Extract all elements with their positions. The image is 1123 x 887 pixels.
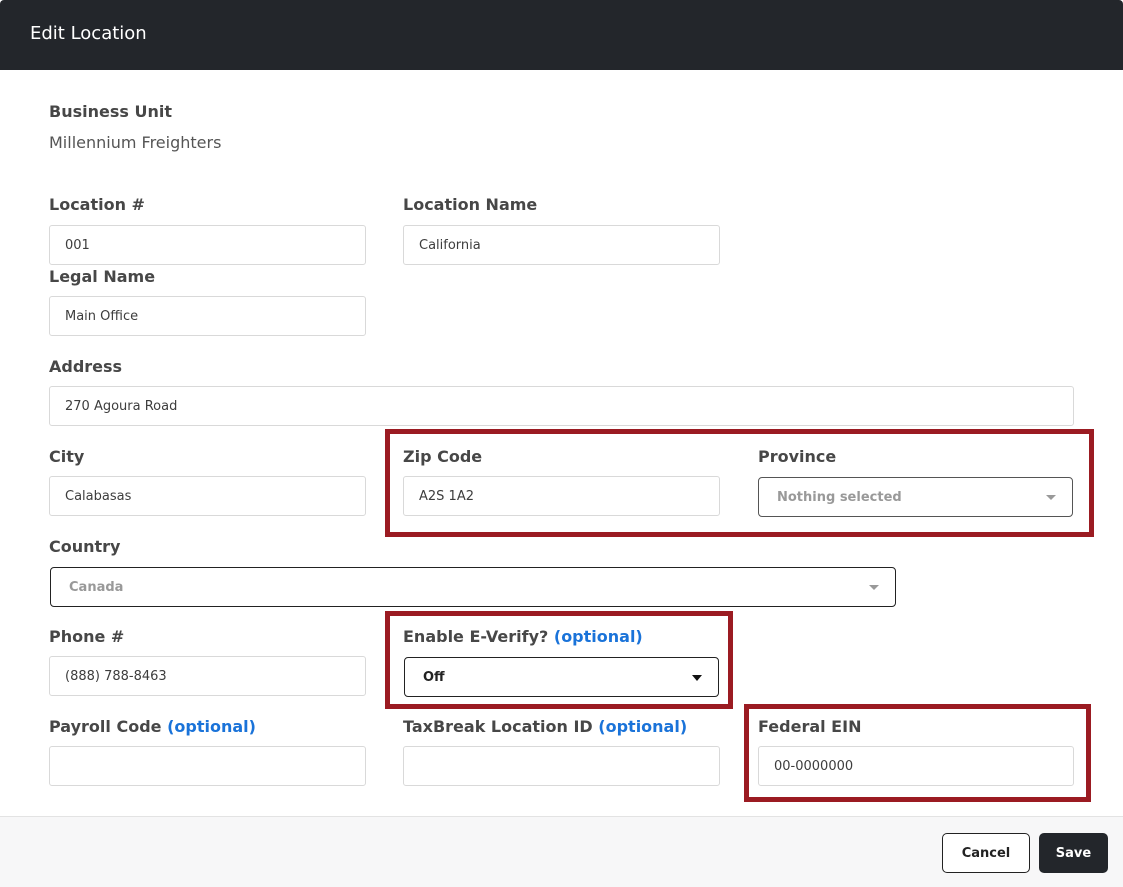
taxbreak-location-id-label: TaxBreak Location ID (optional)	[403, 717, 687, 736]
e-verify-label-text: Enable E-Verify?	[403, 627, 549, 646]
payroll-code-label: Payroll Code (optional)	[49, 717, 256, 736]
location-name-label: Location Name	[403, 195, 538, 214]
chevron-down-icon	[869, 585, 879, 590]
e-verify-select[interactable]: Off	[404, 657, 719, 697]
e-verify-label: Enable E-Verify? (optional)	[403, 627, 643, 646]
legal-name-input[interactable]	[49, 296, 366, 336]
legal-name-label: Legal Name	[49, 267, 156, 286]
address-label: Address	[49, 357, 123, 376]
zip-code-label: Zip Code	[403, 447, 483, 466]
city-label: City	[49, 447, 85, 466]
taxbreak-location-id-optional-tag: (optional)	[598, 717, 688, 736]
payroll-code-input[interactable]	[49, 746, 366, 786]
business-unit-value: Millennium Freighters	[49, 133, 222, 152]
taxbreak-location-id-input[interactable]	[403, 746, 720, 786]
zip-code-input[interactable]	[403, 476, 720, 516]
business-unit-label: Business Unit	[49, 102, 172, 121]
modal-footer: Cancel Save	[0, 816, 1123, 887]
modal-title: Edit Location	[30, 23, 147, 44]
federal-ein-input[interactable]	[758, 746, 1074, 786]
city-input[interactable]	[49, 476, 366, 516]
province-select[interactable]: Nothing selected	[758, 477, 1073, 517]
country-selected-value: Canada	[69, 579, 124, 595]
federal-ein-label: Federal EIN	[758, 717, 862, 736]
caret-down-icon	[692, 675, 702, 681]
modal-header: Edit Location	[0, 0, 1123, 70]
payroll-code-label-text: Payroll Code	[49, 717, 162, 736]
province-selected-value: Nothing selected	[777, 489, 902, 505]
province-label: Province	[758, 447, 837, 466]
save-button[interactable]: Save	[1039, 833, 1108, 873]
phone-label: Phone #	[49, 627, 125, 646]
payroll-code-optional-tag: (optional)	[167, 717, 256, 736]
taxbreak-location-id-label-text: TaxBreak Location ID	[403, 717, 593, 736]
e-verify-optional-tag: (optional)	[553, 627, 643, 646]
location-name-input[interactable]	[403, 225, 720, 265]
country-select[interactable]: Canada	[50, 567, 896, 607]
country-label: Country	[49, 537, 121, 556]
cancel-button[interactable]: Cancel	[942, 833, 1030, 873]
e-verify-selected-value: Off	[423, 669, 445, 685]
location-number-label: Location #	[49, 195, 145, 214]
location-number-input[interactable]	[49, 225, 366, 265]
phone-input[interactable]	[49, 656, 366, 696]
address-input[interactable]	[49, 386, 1074, 426]
chevron-down-icon	[1046, 495, 1056, 500]
